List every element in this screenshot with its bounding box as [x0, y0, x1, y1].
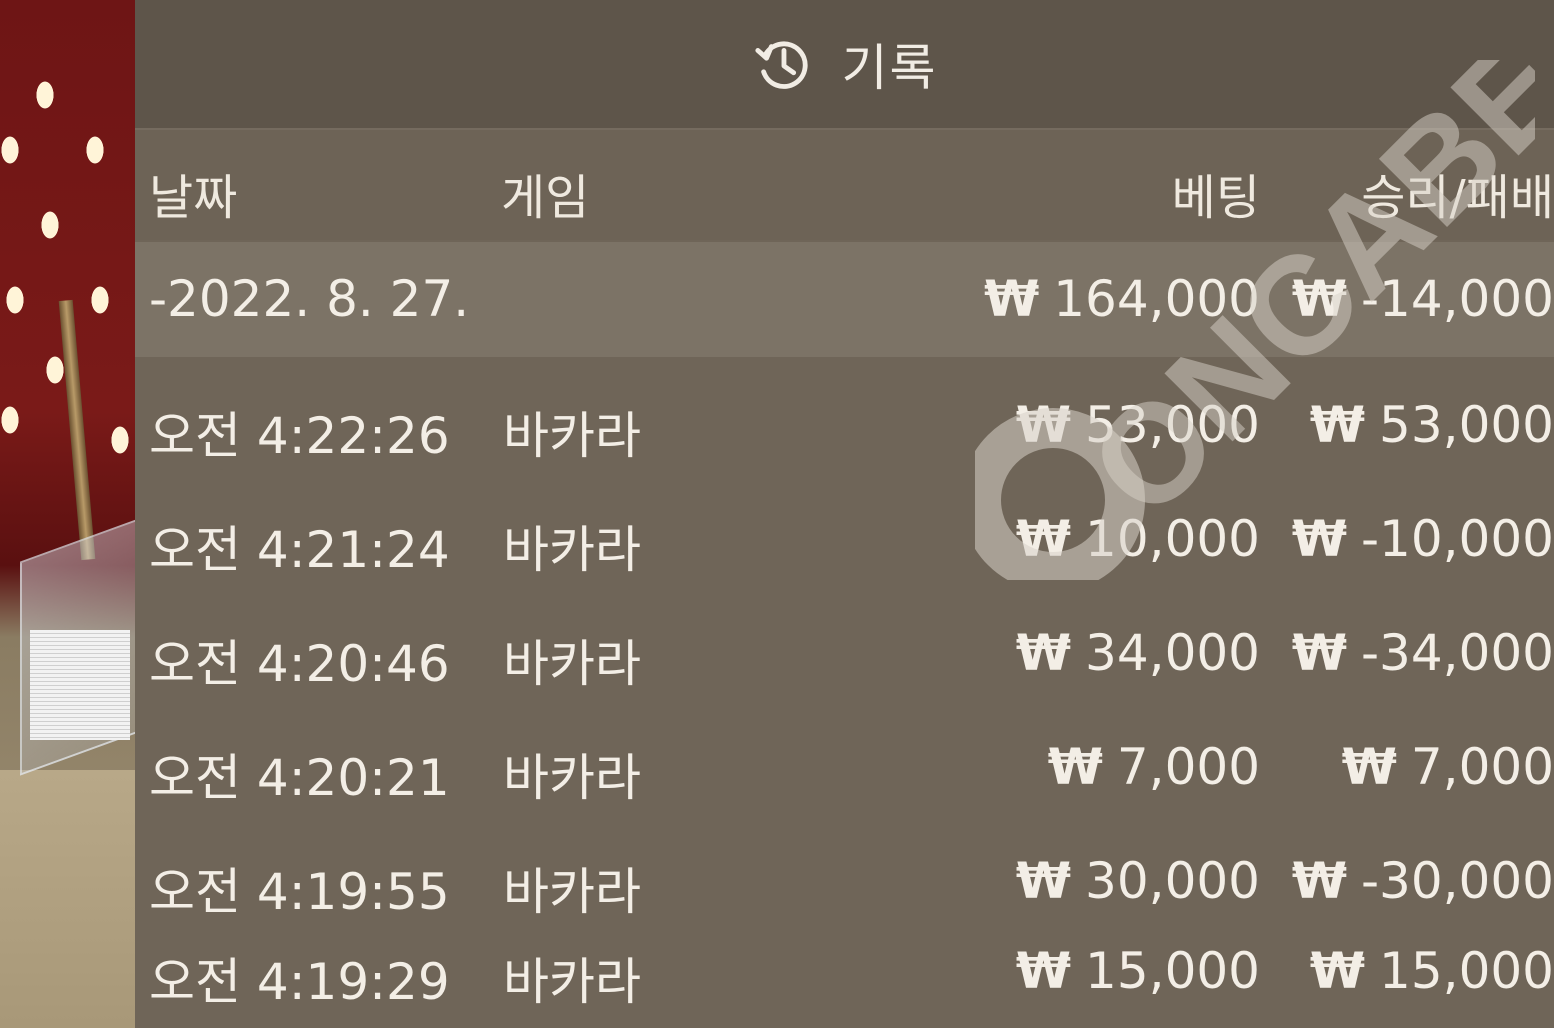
- row-game: 바카라: [503, 521, 641, 579]
- table-row[interactable]: 오전 4:22:26 바카라 ₩53,000 ₩53,000: [135, 368, 1554, 482]
- row-game: 바카라: [503, 635, 641, 693]
- table-surface: [0, 770, 140, 1028]
- won-symbol: ₩: [1015, 510, 1072, 568]
- won-symbol: ₩: [1309, 942, 1366, 1000]
- summary-win-loss: ₩ -14,000: [1292, 270, 1554, 328]
- column-game[interactable]: 게임: [501, 158, 589, 228]
- page-title: 기록: [841, 39, 938, 97]
- won-symbol: ₩: [1015, 624, 1072, 682]
- row-time: 오전 4:20:21: [149, 749, 450, 807]
- table-row[interactable]: 오전 4:20:46 바카라 ₩34,000 ₩ -34,000: [135, 596, 1554, 710]
- panel-header: 기록: [135, 0, 1554, 130]
- table-row[interactable]: 오전 4:21:24 바카라 ₩10,000 ₩ -10,000: [135, 482, 1554, 596]
- card-stack: [30, 630, 130, 740]
- row-win-loss-value: 15,000: [1379, 942, 1554, 1000]
- won-symbol: ₩: [1291, 270, 1347, 328]
- won-symbol: ₩: [1015, 852, 1072, 910]
- column-win-loss[interactable]: 승리/패배: [1361, 158, 1554, 228]
- row-win-loss-value: -34,000: [1361, 624, 1554, 682]
- summary-bet-value: 164,000: [1053, 270, 1260, 328]
- won-symbol: ₩: [1047, 738, 1103, 796]
- row-game: 바카라: [503, 407, 641, 465]
- row-bet: ₩53,000: [1016, 396, 1260, 454]
- row-bet-value: 10,000: [1085, 510, 1260, 568]
- column-header: 날짜 게임 베팅 승리/패배: [135, 130, 1554, 240]
- row-win-loss: ₩7,000: [1342, 738, 1554, 796]
- row-win-loss: ₩ -30,000: [1292, 852, 1554, 910]
- row-time: 오전 4:20:46: [149, 635, 450, 693]
- row-win-loss: ₩53,000: [1310, 396, 1554, 454]
- won-symbol: ₩: [1291, 852, 1347, 910]
- row-bet: ₩7,000: [1048, 738, 1260, 796]
- table-row[interactable]: 오전 4:20:21 바카라 ₩7,000 ₩7,000: [135, 710, 1554, 824]
- summary-bet: ₩164,000: [984, 270, 1260, 328]
- summary-win-loss-value: -14,000: [1361, 270, 1554, 328]
- row-bet: ₩34,000: [1016, 624, 1260, 682]
- date-summary-row[interactable]: -2022. 8. 27. ₩164,000 ₩ -14,000: [135, 242, 1554, 357]
- row-bet-value: 53,000: [1085, 396, 1260, 454]
- won-symbol: ₩: [1291, 510, 1347, 568]
- column-bet[interactable]: 베팅: [1172, 158, 1260, 228]
- won-symbol: ₩: [1309, 396, 1366, 454]
- won-symbol: ₩: [1015, 942, 1072, 1000]
- row-win-loss-value: -10,000: [1361, 510, 1554, 568]
- row-win-loss-value: 53,000: [1379, 396, 1554, 454]
- row-win-loss: ₩ -10,000: [1292, 510, 1554, 568]
- row-bet: ₩10,000: [1016, 510, 1260, 568]
- row-game: 바카라: [503, 749, 641, 807]
- table-row[interactable]: 오전 4:19:29 바카라 ₩15,000 ₩15,000: [135, 914, 1554, 1028]
- row-time: 오전 4:19:29: [149, 953, 450, 1011]
- row-win-loss: ₩15,000: [1310, 942, 1554, 1000]
- column-date[interactable]: 날짜: [149, 158, 237, 228]
- row-win-loss-value: -30,000: [1361, 852, 1554, 910]
- won-symbol: ₩: [1291, 624, 1347, 682]
- history-panel: 기록 날짜 게임 베팅 승리/패배 -2022. 8. 27. ₩164,000…: [135, 0, 1554, 1028]
- summary-date: -2022. 8. 27.: [149, 270, 470, 328]
- row-game: 바카라: [503, 953, 641, 1011]
- row-time: 오전 4:21:24: [149, 521, 450, 579]
- won-symbol: ₩: [1015, 396, 1072, 454]
- row-bet-value: 30,000: [1085, 852, 1260, 910]
- row-win-loss: ₩ -34,000: [1292, 624, 1554, 682]
- history-icon: [754, 41, 808, 89]
- row-bet-value: 34,000: [1085, 624, 1260, 682]
- row-bet: ₩30,000: [1016, 852, 1260, 910]
- won-symbol: ₩: [984, 270, 1040, 328]
- row-bet: ₩15,000: [1016, 942, 1260, 1000]
- row-bet-value: 7,000: [1116, 738, 1260, 796]
- row-time: 오전 4:22:26: [149, 407, 450, 465]
- row-win-loss-value: 7,000: [1410, 738, 1554, 796]
- won-symbol: ₩: [1341, 738, 1397, 796]
- row-bet-value: 15,000: [1085, 942, 1260, 1000]
